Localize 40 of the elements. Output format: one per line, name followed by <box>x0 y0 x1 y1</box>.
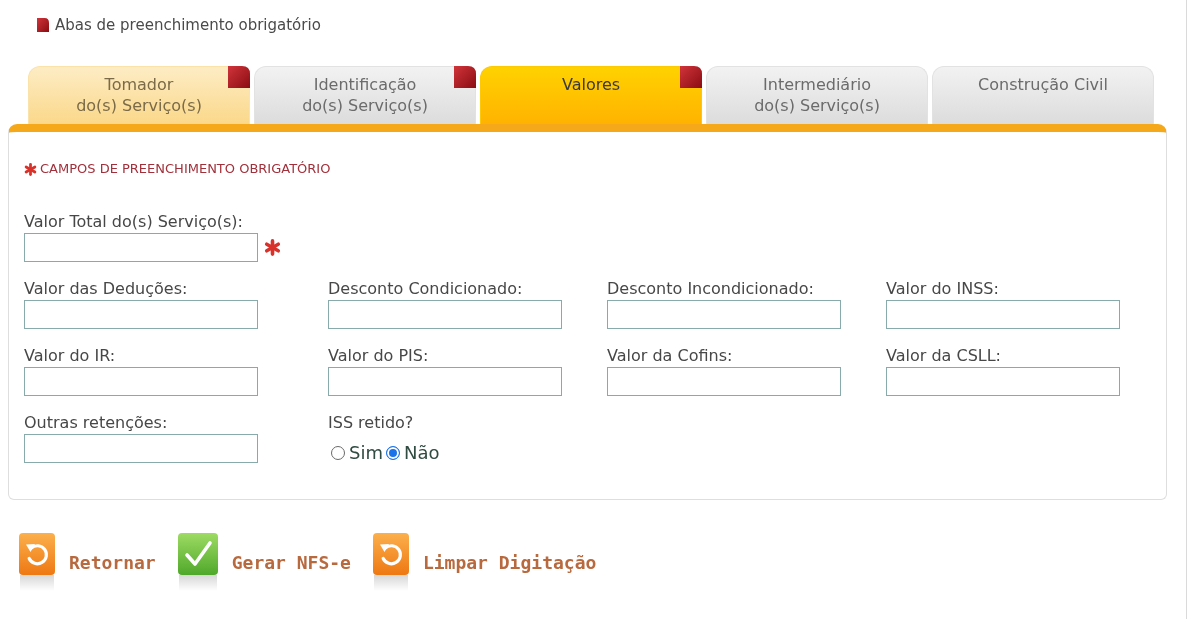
radio-label: Sim <box>349 442 383 464</box>
field-label: Valor das Deduções: <box>24 280 188 298</box>
field-label: Desconto Incondicionado: <box>607 280 814 298</box>
field-label: Outras retenções: <box>24 414 168 432</box>
field-label: Valor do PIS: <box>328 347 429 365</box>
input-field[interactable] <box>886 300 1120 329</box>
input-field[interactable] <box>886 367 1120 396</box>
field-label: Valor Total do(s) Serviço(s): <box>24 213 243 231</box>
required-note: CAMPOS DE PREENCHIMENTO OBRIGATÓRIO <box>40 161 331 177</box>
radio-label: Não <box>403 442 440 464</box>
action-button[interactable]: Gerar NFS-e <box>177 533 351 591</box>
tab[interactable]: Intermediário do(s) Serviço(s) <box>706 66 928 124</box>
tab[interactable]: Tomador do(s) Serviço(s) <box>28 66 250 124</box>
tab[interactable]: Construção Civil <box>932 66 1154 124</box>
circular-arrow-icon <box>19 533 55 591</box>
field-label: Valor do IR: <box>24 347 116 365</box>
field-label: Valor da Cofins: <box>607 347 733 365</box>
field-label: Desconto Condicionado: <box>328 280 523 298</box>
action-button[interactable]: Retornar <box>19 533 156 591</box>
field-label: ISS retido? <box>328 414 414 432</box>
radio-button[interactable] <box>385 446 400 460</box>
legend-text: Abas de preenchimento obrigatório <box>55 16 321 34</box>
tab[interactable]: Valores <box>480 66 702 124</box>
check-icon <box>177 533 218 591</box>
radio-button[interactable] <box>331 446 345 460</box>
action-button[interactable]: Limpar Digitação <box>372 533 597 591</box>
tab[interactable]: Identificação do(s) Serviço(s) <box>254 66 476 124</box>
circular-arrow-icon <box>372 533 409 591</box>
input-field[interactable] <box>24 300 258 329</box>
field-label: Valor da CSLL: <box>886 347 1001 365</box>
input-field[interactable] <box>607 367 841 396</box>
input-field[interactable] <box>24 233 258 262</box>
folded-corner-icon <box>37 18 49 32</box>
field-label: Valor do INSS: <box>886 280 999 298</box>
asterisk-icon <box>24 162 37 176</box>
input-field[interactable] <box>24 434 258 463</box>
input-field[interactable] <box>328 300 562 329</box>
input-field[interactable] <box>328 367 562 396</box>
input-field[interactable] <box>607 300 841 329</box>
input-field[interactable] <box>24 367 258 396</box>
